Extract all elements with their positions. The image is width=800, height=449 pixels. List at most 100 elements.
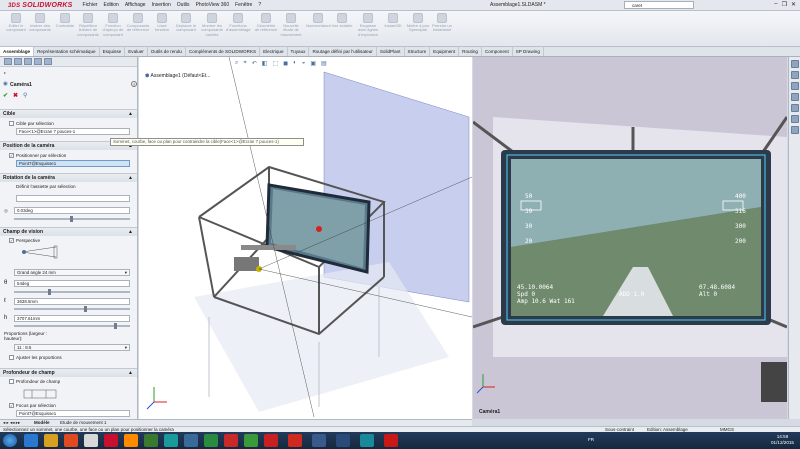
- chrome-icon[interactable]: [64, 434, 78, 447]
- clock[interactable]: 14:59 01/12/2015: [771, 434, 794, 445]
- collapse-arrow-icon[interactable]: ▸: [4, 70, 6, 75]
- focus-checkbox[interactable]: ✓: [9, 403, 14, 408]
- angle-field[interactable]: 54deg: [14, 280, 130, 287]
- ribbon-button-6[interactable]: Lissé fonction: [150, 13, 174, 33]
- menu-edit[interactable]: Edition: [104, 2, 119, 8]
- dimxpert-icon[interactable]: [34, 58, 42, 65]
- ribbon-button-5[interactable]: Composants de référence: [126, 13, 150, 33]
- pdf-icon[interactable]: [264, 434, 278, 447]
- slider-thumb[interactable]: [48, 289, 51, 295]
- excel-icon[interactable]: [204, 434, 218, 447]
- distance-field[interactable]: 3638.5mm: [14, 298, 130, 305]
- menu-file[interactable]: Fichier: [83, 2, 98, 8]
- solidworks-logo[interactable]: 3DS SOLIDWORKS: [8, 2, 73, 9]
- angle-slider[interactable]: [14, 289, 130, 295]
- focus-field[interactable]: Point7@Esquisse1: [16, 410, 130, 417]
- close-icon[interactable]: ✕: [791, 1, 796, 8]
- tab-9[interactable]: SolidPlant: [377, 47, 405, 56]
- file-explorer-icon[interactable]: [790, 82, 799, 90]
- app-icon[interactable]: [336, 434, 350, 447]
- lens-select[interactable]: Grand angle 24 mm ▾: [14, 269, 130, 276]
- ribbon-button-10[interactable]: Géométrie de référence: [254, 13, 278, 33]
- menu-photoview[interactable]: PhotoView 360: [196, 2, 230, 8]
- ribbon-button-13[interactable]: Vue éclatée: [330, 13, 354, 28]
- display-manager-icon[interactable]: [44, 58, 52, 65]
- app-icon[interactable]: [144, 434, 158, 447]
- tab-2[interactable]: Esquisse: [100, 47, 126, 56]
- solidworks-icon[interactable]: [104, 434, 118, 447]
- section-collapse-icon[interactable]: ▲: [128, 228, 133, 236]
- design-library-icon[interactable]: [790, 71, 799, 79]
- pin-icon[interactable]: ⚲: [23, 92, 27, 99]
- slider-thumb[interactable]: [84, 306, 87, 312]
- tab-6[interactable]: Electrique: [260, 47, 288, 56]
- tab-13[interactable]: Component: [482, 47, 513, 56]
- solidworks-3-icon[interactable]: [384, 434, 398, 447]
- ribbon-button-11[interactable]: Nouvelle étude de mouvement: [279, 13, 303, 37]
- tab-0[interactable]: Assemblage: [0, 47, 35, 56]
- property-manager-icon[interactable]: [14, 58, 22, 65]
- ribbon-button-0[interactable]: Editer le composant: [4, 13, 28, 33]
- ribbon-button-14[interactable]: Esquisse avec lignes d'explosion: [356, 13, 380, 37]
- arduino-icon[interactable]: [360, 434, 374, 447]
- menu-view[interactable]: Affichage: [125, 2, 146, 8]
- app-icon[interactable]: [84, 434, 98, 447]
- perspective-checkbox[interactable]: ✓: [9, 238, 14, 243]
- tab-1[interactable]: Représentation schématique: [34, 47, 100, 56]
- view-palette-icon[interactable]: [790, 93, 799, 101]
- distance-slider[interactable]: [14, 306, 130, 312]
- forum-icon[interactable]: [790, 126, 799, 134]
- restore-icon[interactable]: ❐: [782, 1, 787, 8]
- menu-insert[interactable]: Insertion: [152, 2, 171, 8]
- tab-11[interactable]: Equipment: [430, 47, 460, 56]
- camera-viewport[interactable]: 50 39 30 20 400 316 300 200 45.10.0064 S…: [473, 57, 787, 419]
- ribbon-button-3[interactable]: Répétition linéaire de composants: [76, 13, 100, 37]
- ribbon-button-16[interactable]: Mettre à jour Speedpak: [406, 13, 430, 33]
- tab-4[interactable]: Outils de rendu: [148, 47, 186, 56]
- ribbon-button-12[interactable]: Nomenclature: [306, 13, 331, 28]
- language-indicator[interactable]: FR: [588, 437, 594, 442]
- target-field[interactable]: Face<1>@Ecran 7 pouces-1: [16, 128, 130, 135]
- target-checkbox[interactable]: [9, 121, 14, 126]
- depth-of-field-checkbox[interactable]: [9, 379, 14, 384]
- configuration-icon[interactable]: [24, 58, 32, 65]
- ribbon-button-7[interactable]: Déplacer le composant: [174, 13, 198, 33]
- slider-thumb[interactable]: [70, 216, 73, 222]
- search-input[interactable]: caret: [624, 1, 694, 9]
- position-checkbox[interactable]: ✓: [9, 153, 14, 158]
- tab-8[interactable]: Routage défini par l'utilisateur: [309, 47, 377, 56]
- proportions-select[interactable]: 11 : 8.5 ▾: [14, 344, 130, 351]
- resources-icon[interactable]: [790, 60, 799, 68]
- appearances-icon[interactable]: [790, 104, 799, 112]
- tab-14[interactable]: SP Drawing: [513, 47, 544, 56]
- camera-body[interactable]: [234, 257, 259, 271]
- ribbon-button-8[interactable]: Montrer les composants cachés: [200, 13, 224, 37]
- tab-10[interactable]: Structure: [405, 47, 431, 56]
- app-icon[interactable]: [224, 434, 238, 447]
- ribbon-button-4[interactable]: Fonction d'aperçu de composant: [101, 13, 125, 37]
- section-collapse-icon[interactable]: ▲: [128, 369, 133, 377]
- rotation-slider[interactable]: [14, 216, 130, 222]
- ie-icon[interactable]: [24, 434, 38, 447]
- ribbon-button-1[interactable]: Insérer des composants: [28, 13, 52, 33]
- slider-thumb[interactable]: [114, 323, 117, 329]
- ribbon-button-2[interactable]: Contrainte: [53, 13, 77, 28]
- solidworks-2-icon[interactable]: [288, 434, 302, 447]
- height-slider[interactable]: [14, 323, 130, 329]
- help-icon[interactable]: ?: [131, 81, 137, 87]
- custom-properties-icon[interactable]: [790, 115, 799, 123]
- app-icon[interactable]: [312, 434, 326, 447]
- app-icon[interactable]: [244, 434, 258, 447]
- ribbon-button-17[interactable]: Prendre un instantané: [430, 13, 454, 33]
- tab-7[interactable]: Tuyaux: [288, 47, 310, 56]
- tab-5[interactable]: Compléments de SOLIDWORKS: [186, 47, 261, 56]
- graphics-viewport[interactable]: ⬢ Assemblage1 (Défaut<Et... ⌕ ⌖ ↶ ◧ ⬚ ◼ …: [139, 57, 472, 419]
- feature-tree-icon[interactable]: [4, 58, 12, 65]
- section-depth-of-field[interactable]: Profondeur de champ ▲: [0, 368, 137, 377]
- cancel-icon[interactable]: ✖: [13, 92, 18, 99]
- ribbon-button-15[interactable]: Instant3D: [381, 13, 405, 28]
- vlc-icon[interactable]: [124, 434, 138, 447]
- target-point[interactable]: [316, 226, 322, 232]
- start-button-icon[interactable]: [3, 434, 17, 447]
- section-field-of-view[interactable]: Champ de vision ▲: [0, 227, 137, 236]
